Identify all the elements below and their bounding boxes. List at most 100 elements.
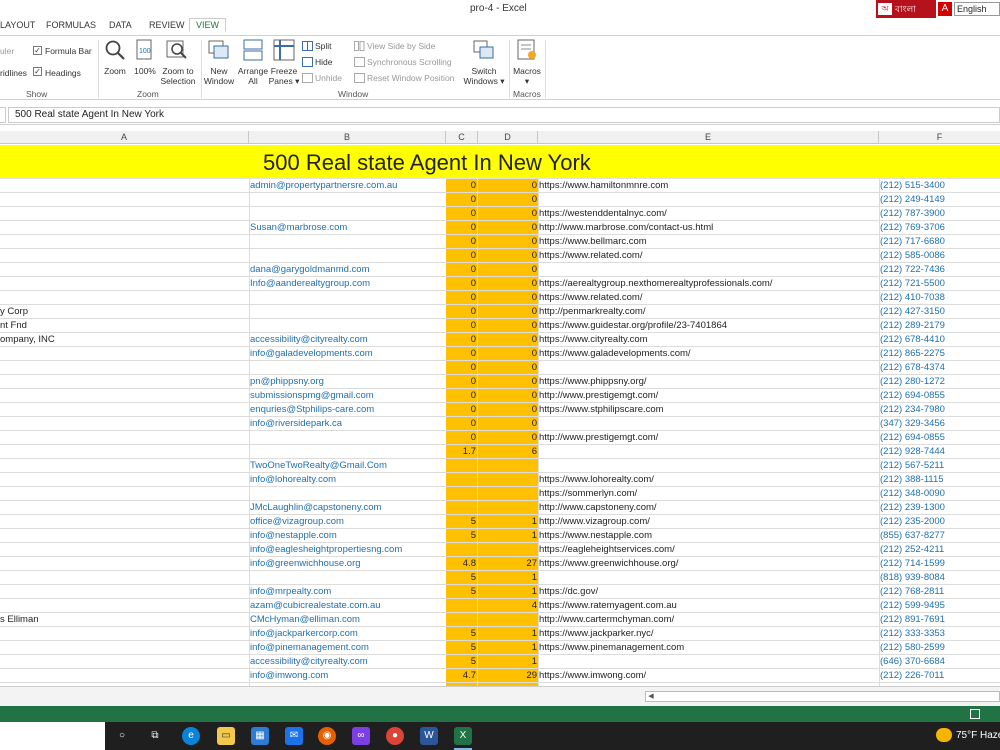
cell-e[interactable]: http://www.capstoneny.com/ bbox=[539, 501, 877, 514]
edge-icon[interactable]: e bbox=[182, 727, 200, 745]
cell-f[interactable]: (212) 333-3353 bbox=[880, 627, 1000, 640]
new-window-label-2[interactable]: Window bbox=[202, 76, 236, 86]
cell-e[interactable]: https://www.hamiltonmnre.com bbox=[539, 179, 877, 192]
cell-f[interactable]: (212) 717-6680 bbox=[880, 235, 1000, 248]
cell-d[interactable]: 0 bbox=[478, 305, 537, 318]
cell-b[interactable]: info@lohorealty.com bbox=[250, 473, 445, 486]
cell-b[interactable]: info@jackparkercorp.com bbox=[250, 627, 445, 640]
cell-c[interactable]: 0 bbox=[446, 417, 476, 430]
cell-a[interactable] bbox=[0, 655, 248, 668]
reset-window-position-icon[interactable] bbox=[354, 73, 365, 83]
cell-b[interactable] bbox=[250, 305, 445, 318]
cell-e[interactable]: http://www.prestigemgt.com/ bbox=[539, 389, 877, 402]
cell-e[interactable]: http://www.marbrose.com/contact-us.html bbox=[539, 221, 877, 234]
cell-b[interactable]: accessibility@cityrealty.com bbox=[250, 655, 445, 668]
firefox-icon[interactable]: ◉ bbox=[318, 727, 336, 745]
ruler-label[interactable]: uler bbox=[0, 46, 14, 56]
cell-b[interactable] bbox=[250, 193, 445, 206]
cell-f[interactable]: (212) 515-3400 bbox=[880, 179, 1000, 192]
cell-c[interactable]: 0 bbox=[446, 389, 476, 402]
zoom-to-selection-label-2[interactable]: Selection bbox=[158, 76, 198, 86]
cell-f[interactable]: (212) 891-7691 bbox=[880, 613, 1000, 626]
cell-b[interactable]: submissionspmg@gmail.com bbox=[250, 389, 445, 402]
split-icon[interactable] bbox=[302, 41, 313, 51]
file-explorer-icon[interactable]: ▭ bbox=[217, 727, 235, 745]
cell-f[interactable]: (212) 280-1272 bbox=[880, 375, 1000, 388]
cell-e[interactable] bbox=[539, 655, 877, 668]
cell-a[interactable] bbox=[0, 249, 248, 262]
cell-a[interactable] bbox=[0, 361, 248, 374]
column-header-e[interactable]: E bbox=[538, 131, 879, 144]
start-circle-icon[interactable]: ○ bbox=[113, 727, 131, 745]
zoom-to-selection-icon[interactable] bbox=[166, 39, 188, 61]
cell-d[interactable]: 1 bbox=[478, 641, 537, 654]
cell-a[interactable] bbox=[0, 389, 248, 402]
scroll-left-icon[interactable]: ◀ bbox=[646, 692, 656, 701]
cell-e[interactable]: http://www.vizagroup.com/ bbox=[539, 515, 877, 528]
headings-label[interactable]: Headings bbox=[45, 68, 81, 78]
cell-a[interactable]: ompany, INC bbox=[0, 333, 248, 346]
cell-c[interactable]: 4.7 bbox=[446, 669, 476, 682]
tab-page-layout[interactable]: LAYOUT bbox=[0, 20, 35, 30]
cell-e[interactable]: https://eagleheightservices.com/ bbox=[539, 543, 877, 556]
zoom-magnifier-icon[interactable] bbox=[104, 39, 126, 61]
cell-c[interactable] bbox=[446, 613, 476, 626]
cell-f[interactable]: (212) 721-5500 bbox=[880, 277, 1000, 290]
column-header-c[interactable]: C bbox=[446, 131, 478, 144]
column-header-f[interactable]: F bbox=[879, 131, 1000, 144]
formula-bar-label[interactable]: Formula Bar bbox=[45, 46, 92, 56]
cell-d[interactable]: 0 bbox=[478, 431, 537, 444]
cell-e[interactable]: https://sommerlyn.com/ bbox=[539, 487, 877, 500]
new-window-label-1[interactable]: New bbox=[204, 66, 234, 76]
cell-b[interactable] bbox=[250, 319, 445, 332]
cell-d[interactable] bbox=[478, 473, 537, 486]
column-header-a[interactable]: A bbox=[0, 131, 249, 144]
cell-a[interactable] bbox=[0, 669, 248, 682]
store-icon[interactable]: ▦ bbox=[251, 727, 269, 745]
cell-b[interactable] bbox=[250, 445, 445, 458]
cell-d[interactable]: 0 bbox=[478, 249, 537, 262]
arrange-all-icon[interactable] bbox=[242, 39, 264, 61]
cell-b[interactable]: TwoOneTwoRealty@Gmail.Com bbox=[250, 459, 445, 472]
cell-f[interactable]: (212) 714-1599 bbox=[880, 557, 1000, 570]
cell-d[interactable]: 1 bbox=[478, 529, 537, 542]
normal-view-icon[interactable] bbox=[970, 709, 980, 719]
cell-d[interactable] bbox=[478, 543, 537, 556]
cell-e[interactable]: https://www.imwong.com/ bbox=[539, 669, 877, 682]
zoom-button[interactable]: Zoom bbox=[104, 66, 126, 76]
cell-f[interactable]: (212) 234-7980 bbox=[880, 403, 1000, 416]
cell-b[interactable]: Susan@marbrose.com bbox=[250, 221, 445, 234]
cell-f[interactable]: (212) 580-2599 bbox=[880, 641, 1000, 654]
cell-e[interactable] bbox=[539, 571, 877, 584]
cell-c[interactable] bbox=[446, 487, 476, 500]
cell-e[interactable] bbox=[539, 459, 877, 472]
cell-d[interactable]: 0 bbox=[478, 347, 537, 360]
cell-e[interactable]: https://www.related.com/ bbox=[539, 291, 877, 304]
cell-f[interactable]: (212) 567-5211 bbox=[880, 459, 1000, 472]
cell-c[interactable]: 5 bbox=[446, 515, 476, 528]
cell-e[interactable]: https://www.bellmarc.com bbox=[539, 235, 877, 248]
chrome-icon[interactable]: ● bbox=[386, 727, 404, 745]
tab-data[interactable]: DATA bbox=[109, 20, 132, 30]
cell-f[interactable]: (212) 928-7444 bbox=[880, 445, 1000, 458]
cell-d[interactable]: 0 bbox=[478, 235, 537, 248]
hide-icon[interactable] bbox=[302, 57, 313, 67]
hide-button[interactable]: Hide bbox=[315, 57, 332, 67]
cell-b[interactable] bbox=[250, 361, 445, 374]
word-icon[interactable]: W bbox=[420, 727, 438, 745]
cell-f[interactable]: (212) 585-0086 bbox=[880, 249, 1000, 262]
cell-a[interactable] bbox=[0, 193, 248, 206]
zoom-100-button[interactable]: 100% bbox=[133, 66, 157, 76]
cell-a[interactable] bbox=[0, 375, 248, 388]
cell-e[interactable] bbox=[539, 193, 877, 206]
cell-a[interactable] bbox=[0, 291, 248, 304]
cell-e[interactable]: https://www.galadevelopments.com/ bbox=[539, 347, 877, 360]
cell-e[interactable]: http://www.cartermchyman.com/ bbox=[539, 613, 877, 626]
weather-text[interactable]: 75°F Haze bbox=[956, 730, 1000, 741]
tab-view[interactable]: VIEW bbox=[189, 18, 227, 32]
cell-f[interactable]: (212) 410-7038 bbox=[880, 291, 1000, 304]
cell-c[interactable] bbox=[446, 543, 476, 556]
cell-b[interactable]: info@pinemanagement.com bbox=[250, 641, 445, 654]
cell-c[interactable] bbox=[446, 599, 476, 612]
cell-b[interactable]: info@greenwichhouse.org bbox=[250, 557, 445, 570]
